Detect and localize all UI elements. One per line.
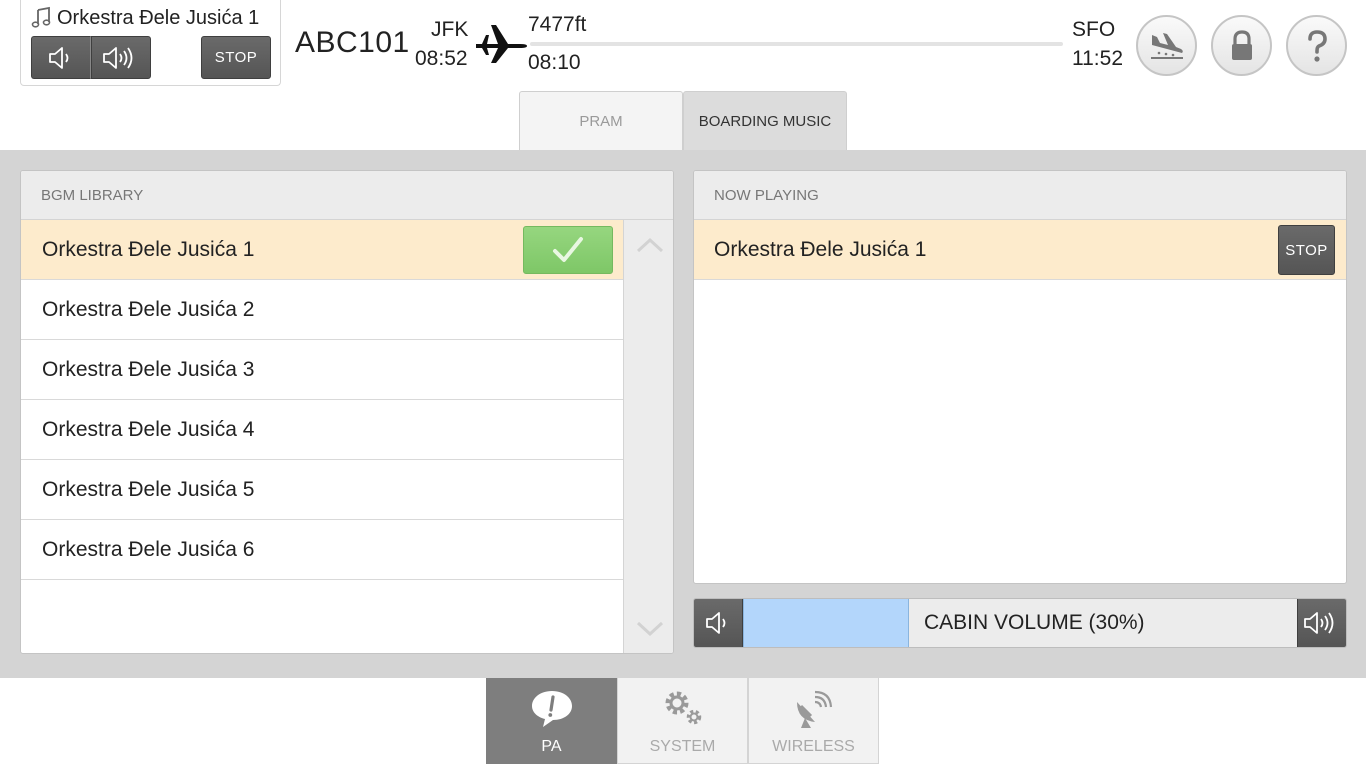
speech-bubble-icon — [531, 691, 572, 727]
bgm-library-panel: BGM LIBRARY Orkestra Đele Jusića 1 Orkes… — [20, 170, 674, 654]
library-item-label: Orkestra Đele Jusića 3 — [42, 357, 255, 381]
library-item-label: Orkestra Đele Jusića 1 — [42, 237, 255, 261]
lock-icon — [1231, 29, 1252, 60]
speaker-low-icon — [49, 46, 69, 69]
library-item-label: Orkestra Đele Jusića 4 — [42, 417, 255, 441]
destination-code: SFO — [1072, 18, 1116, 41]
cabin-volume-level — [743, 599, 909, 647]
speaker-low-icon — [706, 612, 726, 634]
content-area: BGM LIBRARY Orkestra Đele Jusića 1 Orkes… — [0, 150, 1366, 678]
help-button[interactable] — [1286, 15, 1347, 76]
now-playing-title: NOW PLAYING — [694, 171, 1346, 220]
tab-boarding-music[interactable]: BOARDING MUSIC — [683, 91, 847, 151]
arrival-time: 11:52 — [1072, 47, 1123, 70]
app-root: Orkestra Đele Jusića 1 STOP ABC101 JFK 0… — [0, 0, 1366, 764]
departure-time: 08:52 — [415, 47, 468, 70]
landing-button[interactable] — [1136, 15, 1197, 76]
library-item-label: Orkestra Đele Jusića 2 — [42, 297, 255, 321]
now-playing-panel: NOW PLAYING Orkestra Đele Jusića 1 STOP — [693, 170, 1347, 584]
elapsed-time: 08:10 — [528, 51, 581, 74]
gears-icon — [665, 691, 701, 725]
chevron-up-icon — [636, 237, 663, 253]
cabin-volume-down-button[interactable] — [694, 599, 743, 647]
chevron-down-icon — [636, 621, 663, 637]
now-playing-stop-button[interactable]: STOP — [1278, 225, 1335, 275]
library-item[interactable]: Orkestra Đele Jusića 4 — [21, 400, 623, 460]
cabin-volume-track[interactable] — [743, 599, 909, 647]
bgm-library-list: Orkestra Đele Jusića 1 Orkestra Đele Jus… — [21, 220, 623, 580]
library-item[interactable]: Orkestra Đele Jusića 6 — [21, 520, 623, 580]
tab-pram[interactable]: PRAM — [519, 91, 683, 151]
cabin-volume-control: CABIN VOLUME (30%) — [693, 598, 1347, 648]
now-playing-widget-title: Orkestra Đele Jusića 1 — [29, 5, 259, 31]
library-item[interactable]: Orkestra Đele Jusića 1 — [21, 220, 623, 280]
landing-icon — [1150, 32, 1183, 59]
now-playing-widget: Orkestra Đele Jusića 1 STOP — [20, 0, 281, 86]
speaker-high-icon — [1304, 612, 1334, 634]
widget-stop-button[interactable]: STOP — [201, 36, 271, 79]
nav-pa[interactable]: PA — [486, 678, 617, 764]
library-item-label: Orkestra Đele Jusića 6 — [42, 537, 255, 561]
widget-volume-group — [31, 36, 151, 79]
music-note-icon — [31, 6, 51, 28]
speaker-high-icon — [103, 46, 133, 69]
satellite-dish-icon — [796, 690, 832, 728]
altitude-readout: 7477ft — [528, 13, 587, 36]
now-playing-widget-track: Orkestra Đele Jusića 1 — [57, 6, 260, 29]
nav-pa-label: PA — [541, 738, 562, 755]
library-scrollbar[interactable] — [623, 220, 673, 653]
airplane-icon — [476, 25, 527, 63]
library-item-label: Orkestra Đele Jusića 5 — [42, 477, 255, 501]
nav-wireless[interactable]: WIRELESS — [748, 678, 879, 764]
scroll-down-button[interactable] — [624, 604, 673, 653]
library-item[interactable]: Orkestra Đele Jusića 5 — [21, 460, 623, 520]
nav-system-label: SYSTEM — [649, 738, 716, 755]
library-item[interactable]: Orkestra Đele Jusića 3 — [21, 340, 623, 400]
origin-code: JFK — [431, 18, 469, 41]
flight-number: ABC101 — [295, 26, 410, 59]
bottom-nav: PA SYSTEM WIRELESS — [486, 678, 879, 764]
now-playing-item: Orkestra Đele Jusića 1 STOP — [694, 220, 1346, 280]
bgm-library-title: BGM LIBRARY — [21, 171, 673, 220]
cabin-volume-label: CABIN VOLUME (30%) — [924, 611, 1145, 634]
nav-system[interactable]: SYSTEM — [617, 678, 748, 764]
checkmark-icon — [553, 237, 583, 262]
help-icon — [1307, 29, 1327, 62]
widget-volume-down-button[interactable] — [31, 36, 91, 79]
flight-progress-track — [530, 42, 1063, 46]
lock-button[interactable] — [1211, 15, 1272, 76]
scroll-up-button[interactable] — [624, 220, 673, 270]
select-track-button[interactable] — [523, 226, 613, 274]
library-item[interactable]: Orkestra Đele Jusića 2 — [21, 280, 623, 340]
widget-volume-up-button[interactable] — [91, 36, 151, 79]
nav-wireless-label: WIRELESS — [772, 738, 855, 755]
cabin-volume-up-button[interactable] — [1297, 599, 1346, 647]
now-playing-track: Orkestra Đele Jusića 1 — [714, 237, 927, 261]
